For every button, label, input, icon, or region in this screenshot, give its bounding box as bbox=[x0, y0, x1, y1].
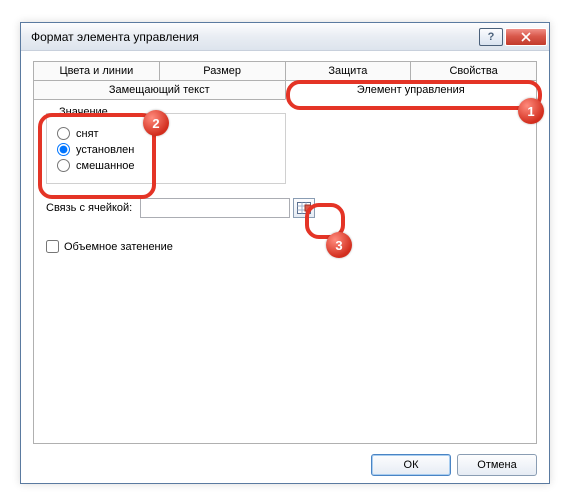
tab-colors-lines[interactable]: Цвета и линии bbox=[33, 61, 160, 81]
tab-protection[interactable]: Защита bbox=[285, 61, 412, 81]
tab-panel-control: Значение снят установлен смешанное bbox=[33, 99, 537, 444]
titlebar[interactable]: Формат элемента управления ? bbox=[21, 23, 549, 51]
radio-checked-input[interactable] bbox=[57, 143, 70, 156]
spreadsheet-icon bbox=[297, 202, 311, 214]
radio-unchecked-label: снят bbox=[76, 128, 99, 140]
close-button[interactable] bbox=[505, 28, 547, 46]
radio-checked[interactable]: установлен bbox=[57, 143, 275, 156]
tab-control[interactable]: Элемент управления bbox=[285, 80, 538, 100]
help-button[interactable]: ? bbox=[479, 28, 503, 46]
radio-mixed-input[interactable] bbox=[57, 159, 70, 172]
radio-mixed[interactable]: смешанное bbox=[57, 159, 275, 172]
dialog-footer: ОК Отмена bbox=[33, 444, 537, 476]
value-group-legend: Значение bbox=[55, 106, 112, 118]
dialog-content: Цвета и линии Размер Защита Свойства Зам… bbox=[21, 51, 549, 483]
radio-checked-label: установлен bbox=[76, 144, 134, 156]
close-icon bbox=[521, 32, 531, 42]
tab-size[interactable]: Размер bbox=[159, 61, 286, 81]
radio-unchecked-input[interactable] bbox=[57, 127, 70, 140]
value-group: Значение снят установлен смешанное bbox=[46, 113, 286, 184]
cell-link-input[interactable] bbox=[140, 198, 290, 218]
shadow-checkbox-label: Объемное затенение bbox=[64, 241, 173, 253]
shadow-checkbox-row[interactable]: Объемное затенение bbox=[46, 240, 524, 253]
format-control-dialog: Формат элемента управления ? Цвета и лин… bbox=[20, 22, 550, 484]
cell-reference-button[interactable] bbox=[293, 198, 315, 218]
cell-link-label: Связь с ячейкой: bbox=[46, 202, 140, 214]
radio-mixed-label: смешанное bbox=[76, 160, 135, 172]
tab-properties[interactable]: Свойства bbox=[410, 61, 537, 81]
tabs: Цвета и линии Размер Защита Свойства Зам… bbox=[33, 61, 537, 444]
radio-unchecked[interactable]: снят bbox=[57, 127, 275, 140]
shadow-checkbox[interactable] bbox=[46, 240, 59, 253]
window-title: Формат элемента управления bbox=[31, 30, 477, 44]
ok-button[interactable]: ОК bbox=[371, 454, 451, 476]
tab-alt-text[interactable]: Замещающий текст bbox=[33, 80, 286, 100]
cancel-button[interactable]: Отмена bbox=[457, 454, 537, 476]
cell-link-row: Связь с ячейкой: bbox=[46, 198, 524, 218]
